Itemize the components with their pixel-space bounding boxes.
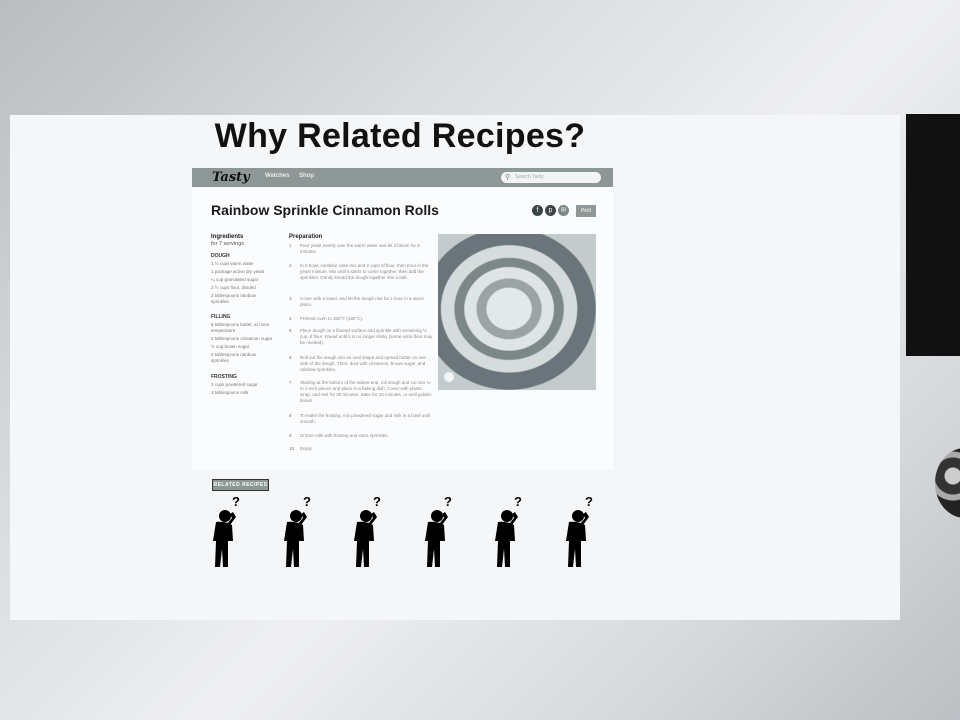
pinterest-icon: p (548, 207, 553, 214)
ingredient-item: 2 ½ cups flour, divided (211, 285, 256, 290)
preparation-step: Preheat oven to 350°F (180°C). (300, 316, 364, 321)
preparation-step: Place dough on a floured surface and spr… (300, 328, 433, 345)
nav-link-watches[interactable]: Watches (265, 173, 289, 179)
confused-person-icon: ? (561, 494, 597, 571)
ingredient-item: 2 tablespoons cinnamon sugar (211, 336, 273, 341)
step-number: 1 (289, 243, 292, 248)
step-number: 4 (289, 316, 292, 321)
preparation-step: To make the frosting, mix powdered sugar… (300, 413, 431, 424)
recipe-photo (438, 234, 596, 390)
step-number: 8 (289, 413, 292, 418)
section-heading-frosting: FROSTING (211, 374, 237, 380)
email-icon: ✉ (560, 207, 567, 214)
recipe-page-screenshot: Tasty Watches Shop ⚲ Search Tasty Rainbo… (192, 168, 613, 470)
preparation-step: Roll out the dough into an oval shape an… (300, 355, 426, 372)
ingredient-item: 1 package active dry yeast (211, 269, 265, 274)
preparation-step: Pour yeast evenly over the warm water an… (300, 243, 420, 254)
search-input[interactable]: ⚲ Search Tasty (501, 172, 601, 183)
step-number: 2 (289, 263, 292, 268)
nav-link-shop[interactable]: Shop (299, 173, 314, 179)
ingredient-item: ¼ cup granulated sugar (211, 277, 259, 282)
ingredients-heading: Ingredients (211, 234, 244, 240)
ingredient-item: 2 tablespoons rainbow sprinkles (211, 293, 257, 304)
servings-label: for 7 servings (211, 241, 245, 247)
svg-text:?: ? (585, 495, 593, 509)
step-number: 7 (289, 380, 292, 385)
step-number: 5 (289, 328, 292, 333)
site-header: Tasty Watches Shop ⚲ Search Tasty (192, 168, 613, 187)
site-logo[interactable]: Tasty (212, 170, 250, 185)
ingredient-item: 3 tablespoons milk (211, 390, 249, 395)
slide-title: Why Related Recipes? (214, 117, 586, 155)
section-heading-filling: FILLING (211, 314, 231, 320)
search-placeholder: Search Tasty (515, 174, 544, 180)
preparation-heading: Preparation (289, 234, 323, 240)
email-share-button[interactable]: ✉ (558, 205, 569, 216)
side-panel-bar (906, 114, 960, 356)
recipe-title: Rainbow Sprinkle Cinnamon Rolls (211, 202, 439, 218)
ingredient-item: 6 tablespoons butter, at room temperatur… (211, 322, 270, 333)
facebook-share-button[interactable]: f (532, 205, 543, 216)
preparation-step: Cover with a towel, and let the dough ri… (300, 296, 424, 307)
search-icon: ⚲ (505, 174, 511, 181)
preparation-step: Enjoy! (300, 446, 313, 451)
facebook-icon: f (536, 207, 539, 214)
decorative-disc (935, 448, 960, 518)
confused-person-icon: ? (279, 494, 315, 571)
preparation-step: Drizzle rolls with frosting and extra sp… (300, 433, 389, 438)
step-number: 10 (289, 446, 295, 451)
preparation-step: Starting at the bottom of the widest end… (300, 380, 432, 403)
section-heading-dough: DOUGH (211, 253, 230, 259)
ingredient-item: 1 ½ cups warm water (211, 261, 254, 266)
confused-person-icon: ? (420, 494, 456, 571)
step-number: 3 (289, 296, 292, 301)
confused-person-icon: ? (490, 494, 526, 571)
svg-text:?: ? (373, 495, 381, 509)
ingredient-item: ½ cup brown sugar (211, 344, 250, 349)
svg-text:?: ? (514, 495, 522, 509)
svg-text:?: ? (232, 495, 240, 509)
svg-text:?: ? (444, 495, 452, 509)
play-icon[interactable] (444, 372, 454, 382)
step-number: 6 (289, 355, 292, 360)
svg-text:?: ? (303, 495, 311, 509)
related-recipes-button[interactable]: RELATED RECIPES (212, 479, 269, 491)
ingredient-item: 2 tablespoons rainbow sprinkles (211, 352, 257, 363)
confused-person-icon: ? (349, 494, 385, 571)
confused-person-icon: ? (208, 494, 244, 571)
pinterest-share-button[interactable]: p (545, 205, 556, 216)
ingredient-item: 2 cups powdered sugar (211, 382, 258, 387)
preparation-step: In a bowl, combine cake mix and 2 cups o… (300, 263, 429, 280)
pin-button[interactable]: PinIt (576, 205, 596, 217)
step-number: 9 (289, 433, 292, 438)
